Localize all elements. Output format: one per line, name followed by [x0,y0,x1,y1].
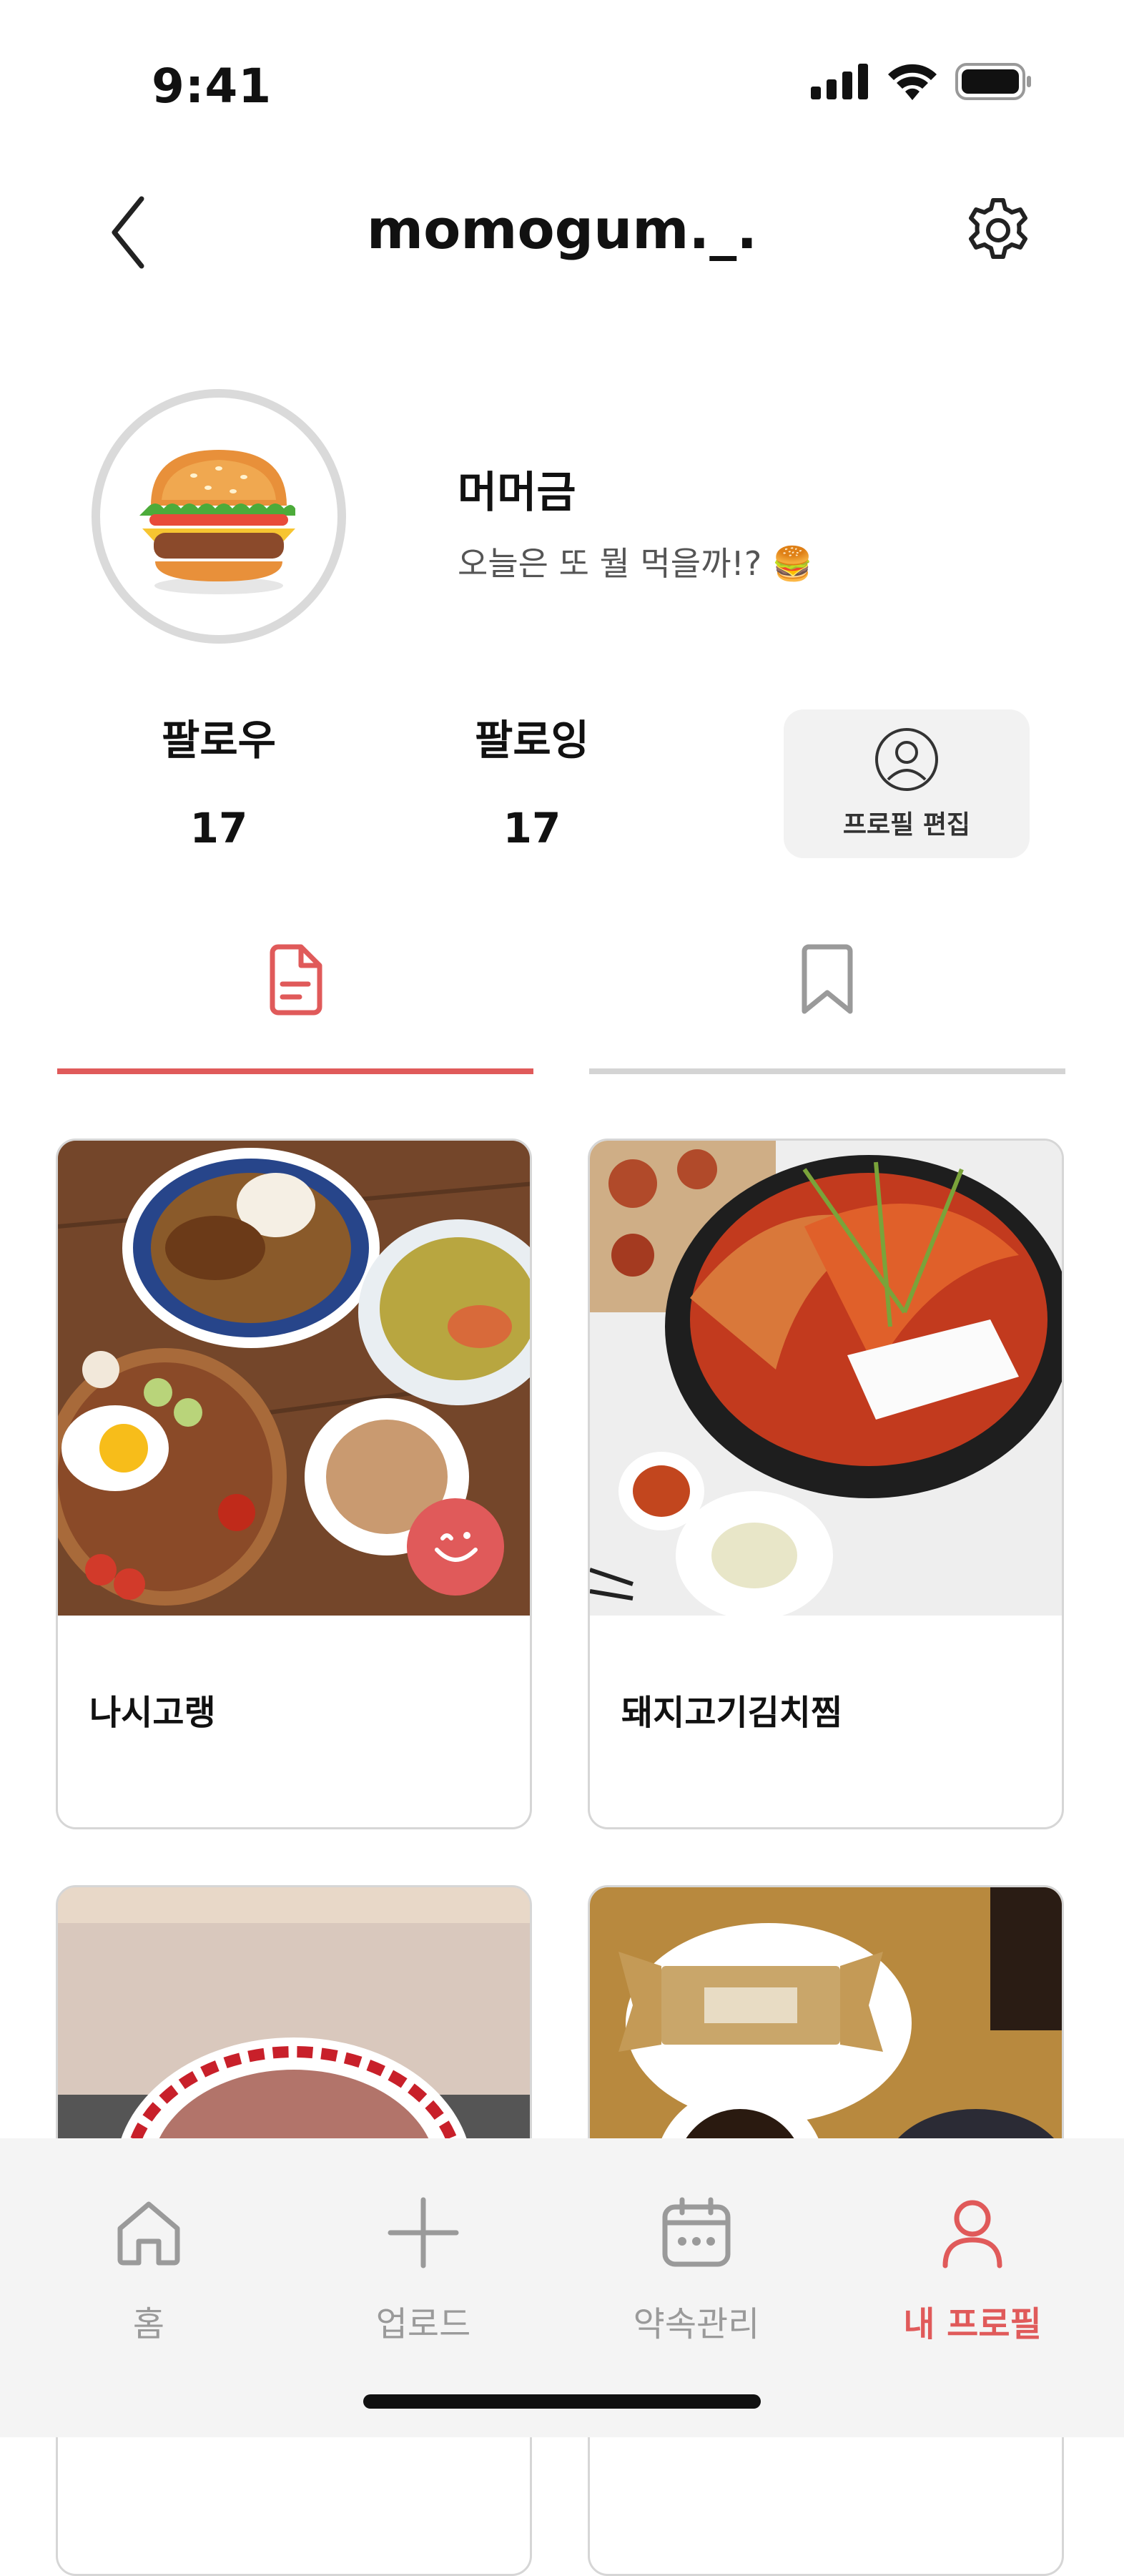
signal-icon [811,64,868,99]
plus-icon [388,2197,459,2268]
nav-home[interactable]: 홈 [41,2197,256,2346]
reaction-badge[interactable] [407,1498,504,1596]
profile-display-name: 머머금 [458,468,576,518]
profile-avatar[interactable] [92,389,346,644]
post-title: 나시고랭 [89,1693,216,1733]
battery-icon [955,63,1031,100]
nav-appointments-label: 약속관리 [633,2304,760,2344]
person-icon [942,2200,1002,2268]
edit-profile-label: 프로필 편집 [842,810,971,840]
calendar-icon [662,2197,731,2267]
status-icons [811,63,1032,100]
followers-label[interactable]: 팔로우 [126,707,312,767]
nav-upload-label: 업로드 [375,2304,471,2344]
post-image [58,1141,530,1616]
nav-upload[interactable]: 업로드 [316,2197,531,2346]
document-icon [270,944,322,1016]
home-icon [117,2201,180,2266]
edit-profile-button[interactable]: 프로필 편집 [784,709,1030,858]
post-card[interactable]: 나시고랭 [56,1139,532,1829]
settings-button[interactable] [964,196,1032,265]
home-indicator[interactable] [363,2394,761,2409]
nav-my-profile-label: 내 프로필 [903,2304,1042,2344]
gear-icon [969,198,1027,259]
status-time: 9:41 [152,59,272,114]
nav-appointments[interactable]: 약속관리 [589,2197,804,2346]
profile-username: momogum._. [366,197,758,261]
user-circle-icon [875,728,938,791]
post-title: 돼지고기김치찜 [621,1693,843,1733]
bookmark-icon [802,944,853,1014]
post-card[interactable]: 돼지고기김치찜 [588,1139,1064,1829]
followers-count[interactable]: 17 [126,804,312,852]
hamburger-avatar-icon [139,450,295,594]
profile-bio: 오늘은 또 뭘 먹을까!? 🍔 [458,544,814,583]
tab-posts-indicator [57,1068,533,1074]
wifi-icon [888,64,937,100]
post-image [590,1141,1062,1616]
nav-home-label: 홈 [132,2304,165,2344]
bottom-navigation: 홈 업로드 약속관리 내 프로필 [0,2138,1124,2437]
tab-saved[interactable] [589,944,1065,1077]
smile-icon [435,1532,478,1562]
tab-posts[interactable] [57,944,533,1077]
tab-saved-indicator [589,1068,1065,1074]
following-label[interactable]: 팔로잉 [439,707,625,767]
following-count[interactable]: 17 [439,804,625,852]
nav-my-profile[interactable]: 내 프로필 [865,2197,1080,2346]
